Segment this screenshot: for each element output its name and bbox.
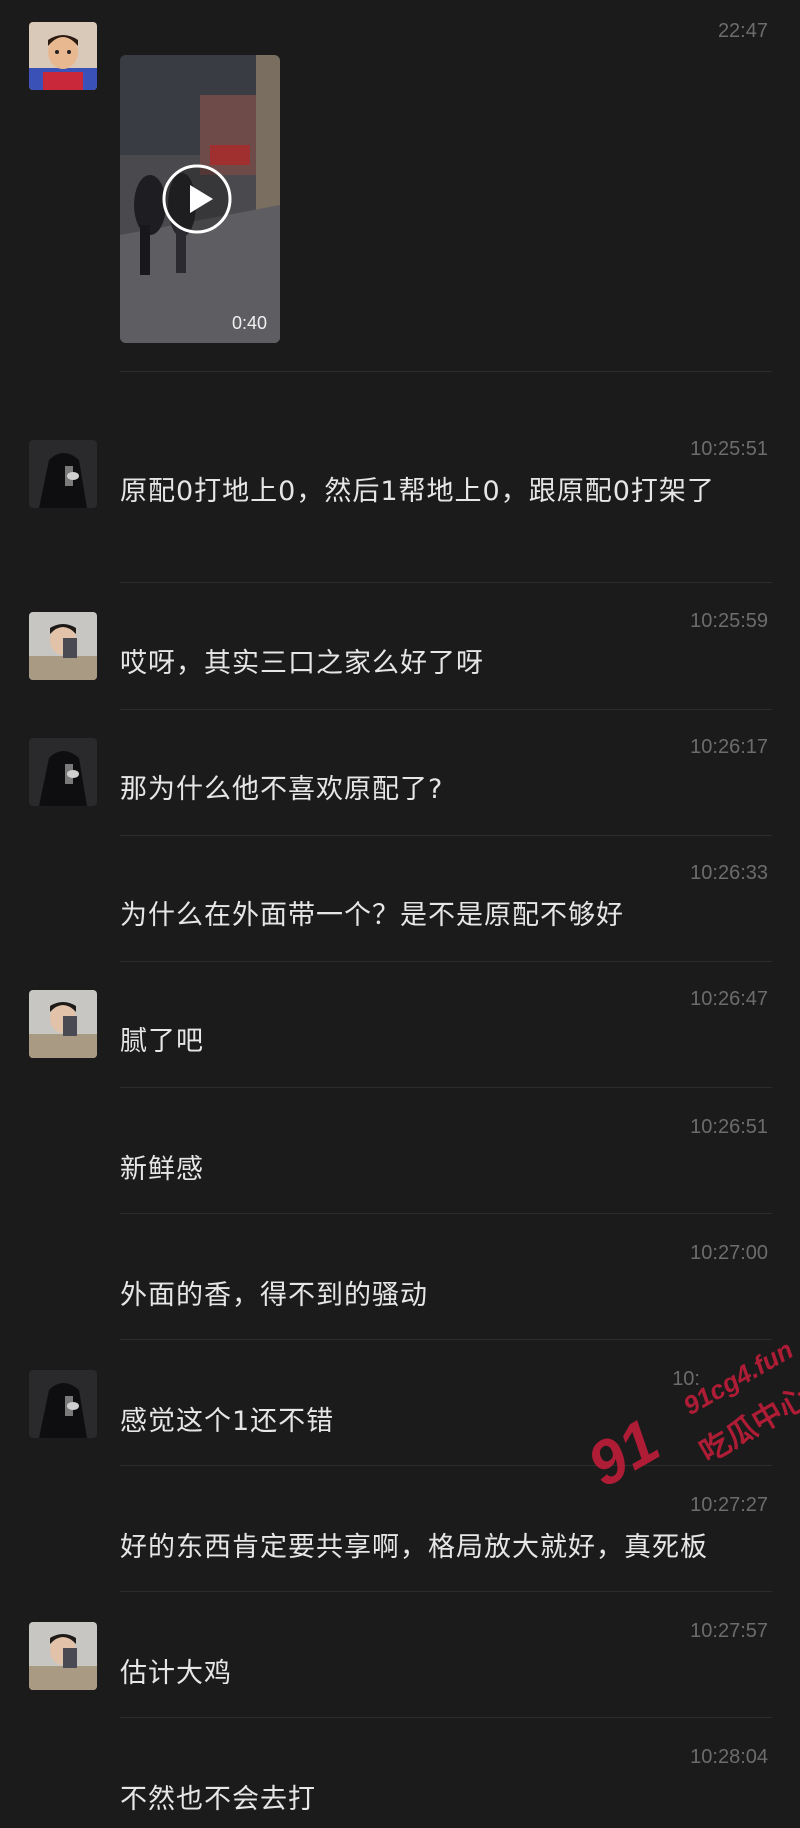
message-timestamp: 10:27:57 — [690, 1620, 768, 1642]
message-timestamp: 10:26:33 — [690, 862, 768, 884]
message-timestamp: 10:28:04 — [690, 1746, 768, 1768]
message-timestamp: 10:26:17 — [690, 736, 768, 758]
watermark-number: 91 — [576, 1406, 671, 1501]
message-timestamp: 10:25:51 — [690, 438, 768, 460]
watermark-logo: 91 91cg4.fun 吃瓜中心 — [568, 1334, 800, 1545]
message-timestamp: 22:47 — [717, 20, 768, 42]
message-text: 外面的香，得不到的骚动 — [120, 1280, 428, 1311]
message-video: 22:47 0:40 — [0, 0, 800, 372]
message-text: 哎呀，其实三口之家么好了呀 — [120, 648, 484, 679]
message-timestamp: 10:25:59 — [690, 610, 768, 632]
message-text: 估计大鸡 — [120, 1658, 232, 1689]
message-divider — [120, 582, 772, 583]
avatar-selfie[interactable] — [29, 990, 97, 1058]
message-timestamp: 10:26:51 — [690, 1116, 768, 1138]
message-timestamp: 10:26:47 — [690, 988, 768, 1010]
chat-history: 22:47 0:40 10:25:51 原配0打地上0，然后1帮地上0，跟原配0… — [0, 0, 800, 1828]
video-thumbnail[interactable]: 0:40 — [120, 55, 280, 343]
message-text: 腻了吧 — [120, 1026, 204, 1057]
message: 10:27:00 外面的香，得不到的骚动 — [0, 1214, 800, 1340]
message: 10:27:57 估计大鸡 — [0, 1592, 800, 1718]
message-text: 原配0打地上0，然后1帮地上0，跟原配0打架了 — [120, 476, 715, 507]
message: 10:25:59 哎呀，其实三口之家么好了呀 — [0, 584, 800, 710]
message: 10:26:51 新鲜感 — [0, 1088, 800, 1214]
message: 10:28:04 不然也不会去打 — [0, 1718, 800, 1828]
avatar-selfie[interactable] — [29, 612, 97, 680]
video-duration: 0:40 — [232, 313, 268, 333]
avatar-selfie[interactable] — [29, 1622, 97, 1690]
message: 10:26:17 那为什么他不喜欢原配了? — [0, 710, 800, 836]
message-text: 那为什么他不喜欢原配了? — [120, 774, 444, 805]
message-text: 为什么在外面带一个？是不是原配不够好 — [120, 900, 624, 931]
avatar-dark[interactable] — [29, 440, 97, 508]
message: 10:25:51 原配0打地上0，然后1帮地上0，跟原配0打架了 — [0, 372, 800, 584]
avatar-dark[interactable] — [29, 738, 97, 806]
message-text: 不然也不会去打 — [120, 1784, 316, 1815]
avatar-child[interactable] — [29, 22, 97, 90]
message-text: 新鲜感 — [120, 1154, 204, 1185]
play-icon[interactable] — [161, 163, 233, 235]
avatar-dark[interactable] — [29, 1370, 97, 1438]
message-timestamp: 10:27:00 — [690, 1242, 768, 1264]
message: 10:26:47 腻了吧 — [0, 962, 800, 1088]
message: 10:26:33 为什么在外面带一个？是不是原配不够好 — [0, 836, 800, 962]
